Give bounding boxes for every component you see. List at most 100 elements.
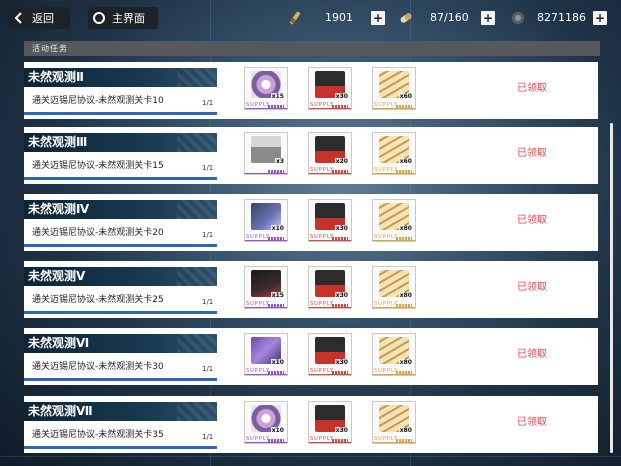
task-progress-bar (24, 446, 217, 449)
back-label: 返回 (32, 12, 54, 25)
reward-count: x30 (334, 427, 349, 435)
task-description: 通关迈锡尼协议-未然观测关卡10 (32, 96, 164, 106)
claimed-status: 已领取 (517, 349, 547, 360)
top-bar: 返回 主界面 1901 + 87/160 + 8271186 + (0, 0, 621, 36)
task-description: 通关迈锡尼协议-未然观测关卡20 (32, 228, 164, 238)
reward-item[interactable]: SUPPLY x15 (244, 67, 288, 110)
task-title: 未然观测Ⅴ (24, 267, 217, 286)
reward-count: x30 (334, 359, 349, 367)
add-key-button[interactable]: + (371, 11, 385, 25)
task-progress-bar (24, 244, 217, 247)
rarity-underline (245, 240, 287, 241)
section-header: 活动任务 (24, 41, 600, 56)
rarity-underline (309, 108, 351, 109)
reward-count: x10 (270, 427, 285, 435)
reward-count: x10 (270, 225, 285, 233)
task-description: 通关迈锡尼协议-未然观测关卡25 (32, 295, 164, 305)
task-description: 通关迈锡尼协议-未然观测关卡35 (32, 430, 164, 440)
reward-item[interactable]: x3 (244, 132, 288, 175)
reward-item[interactable]: SUPPLY x30 (308, 333, 352, 376)
claimed-status: 已领取 (517, 215, 547, 226)
reward-count: x20 (334, 158, 349, 166)
reward-count: x30 (334, 225, 349, 233)
task-progress: 1/1 (202, 365, 214, 373)
background-decoration (0, 456, 621, 457)
rarity-underline (245, 108, 287, 109)
reward-item[interactable]: SUPPLY x30 (308, 67, 352, 110)
task-description: 通关迈锡尼协议-未然观测关卡30 (32, 362, 164, 372)
task-title: 未然观测Ⅶ (24, 402, 217, 421)
reward-count: x60 (398, 93, 413, 101)
reward-item[interactable]: SUPPLY x60 (372, 132, 416, 175)
key-icon (289, 11, 301, 25)
claimed-status: 已领取 (517, 148, 547, 159)
reward-count: x80 (398, 225, 413, 233)
rarity-underline (373, 307, 415, 308)
task-progress-bar (24, 311, 217, 314)
rarity-underline (245, 307, 287, 308)
resource-value-stamina: 87/160 (430, 11, 469, 24)
claimed-status: 已领取 (517, 83, 547, 94)
rarity-underline (309, 173, 351, 174)
home-label: 主界面 (112, 12, 145, 25)
rarity-underline (309, 442, 351, 443)
task-title: 未然观测Ⅳ (24, 200, 217, 219)
reward-item[interactable]: SUPPLY x30 (308, 199, 352, 242)
reward-count: x30 (334, 292, 349, 300)
rarity-underline (373, 374, 415, 375)
task-title: 未然观测Ⅱ (24, 68, 217, 87)
task-description: 通关迈锡尼协议-未然观测关卡15 (32, 161, 164, 171)
task-title: 未然观测Ⅵ (24, 334, 217, 353)
reward-count: x15 (270, 93, 285, 101)
home-ring-icon (93, 12, 105, 24)
resource-value-coin: 8271186 (537, 11, 586, 24)
rarity-underline (373, 442, 415, 443)
task-progress: 1/1 (202, 231, 214, 239)
reward-item[interactable]: SUPPLY x10 (244, 333, 288, 376)
reward-item[interactable]: SUPPLY x60 (372, 67, 416, 110)
rarity-underline (309, 307, 351, 308)
reward-count: x30 (334, 93, 349, 101)
reward-count: x80 (398, 292, 413, 300)
stamina-capsule-icon (400, 13, 412, 23)
add-coin-button[interactable]: + (593, 11, 607, 25)
home-button[interactable]: 主界面 (88, 7, 158, 29)
reward-item[interactable]: SUPPLY x80 (372, 199, 416, 242)
task-row: 未然观测Ⅶ 通关迈锡尼协议-未然观测关卡35 1/1 SUPPLY x10 SUPPLY x… (24, 396, 598, 453)
scrollbar[interactable] (610, 123, 613, 453)
claimed-status: 已领取 (517, 417, 547, 428)
coin-icon (512, 12, 524, 24)
reward-count: x10 (270, 359, 285, 367)
reward-item[interactable]: SUPPLY x30 (308, 401, 352, 444)
chevron-left-icon (14, 12, 22, 24)
reward-count: x15 (270, 292, 285, 300)
reward-item[interactable]: SUPPLY x80 (372, 401, 416, 444)
rarity-underline (245, 442, 287, 443)
task-progress: 1/1 (202, 298, 214, 306)
rarity-underline (309, 240, 351, 241)
reward-item[interactable]: SUPPLY x15 (244, 266, 288, 309)
task-row: 未然观测Ⅱ 通关迈锡尼协议-未然观测关卡10 1/1 SUPPLY x15 SUPPLY x… (24, 62, 598, 119)
rarity-underline (245, 173, 287, 174)
reward-item[interactable]: SUPPLY x10 (244, 401, 288, 444)
task-progress-bar (24, 177, 217, 180)
task-row: 未然观测Ⅴ 通关迈锡尼协议-未然观测关卡25 1/1 SUPPLY x15 SUPPLY x… (24, 261, 598, 318)
reward-item[interactable]: SUPPLY x10 (244, 199, 288, 242)
reward-item[interactable]: SUPPLY x30 (308, 266, 352, 309)
task-progress: 1/1 (202, 164, 214, 172)
task-progress: 1/1 (202, 433, 214, 441)
task-progress-bar (24, 378, 217, 381)
reward-count: x3 (274, 158, 285, 166)
task-row: 未然观测Ⅲ 通关迈锡尼协议-未然观测关卡15 1/1 x3 SUPPLY x20 SUPPL… (24, 127, 598, 184)
rarity-underline (245, 374, 287, 375)
task-progress: 1/1 (202, 99, 214, 107)
reward-item[interactable]: SUPPLY x80 (372, 266, 416, 309)
reward-count: x80 (398, 427, 413, 435)
reward-item[interactable]: SUPPLY x20 (308, 132, 352, 175)
reward-count: x60 (398, 158, 413, 166)
add-stamina-button[interactable]: + (481, 11, 495, 25)
rarity-underline (373, 240, 415, 241)
back-button[interactable]: 返回 (8, 7, 70, 29)
task-progress-bar (24, 112, 217, 115)
reward-item[interactable]: SUPPLY x80 (372, 333, 416, 376)
